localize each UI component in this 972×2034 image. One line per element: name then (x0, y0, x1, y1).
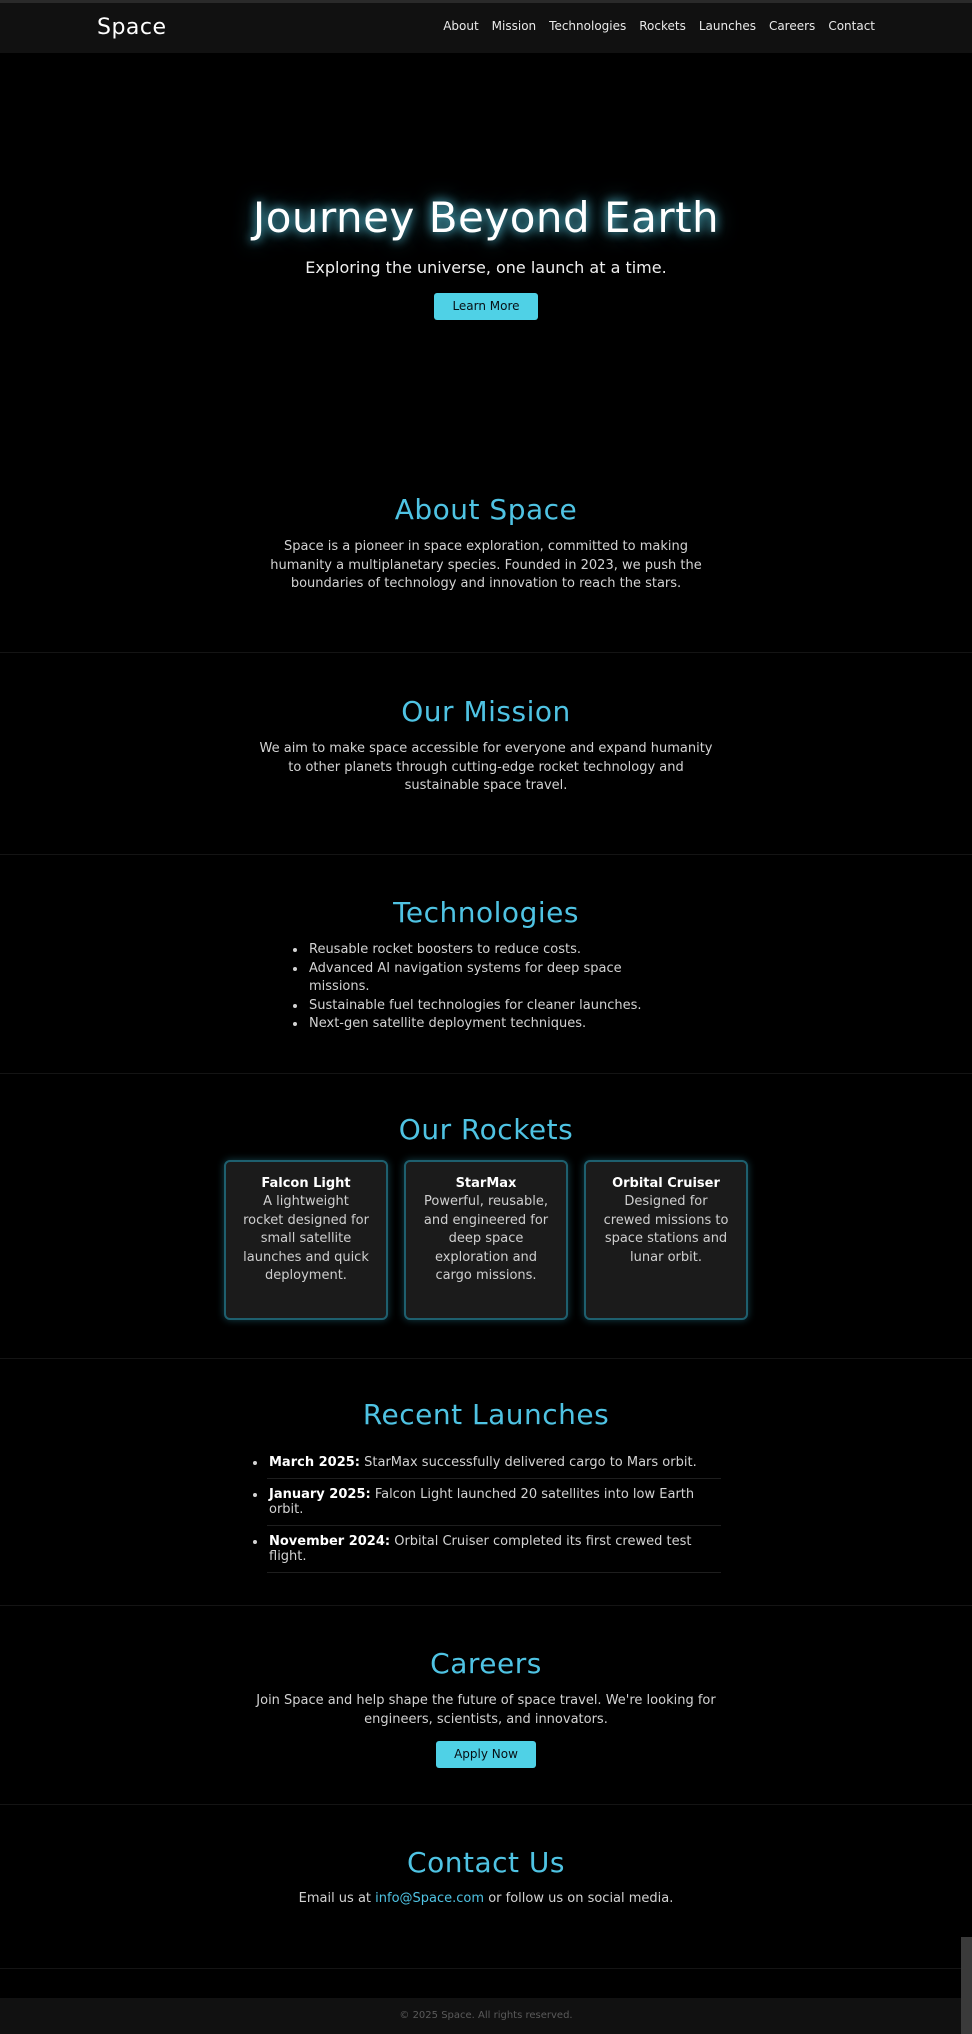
launches-section: Recent Launches March 2025: StarMax succ… (0, 1360, 972, 1606)
about-section: About Space Space is a pioneer in space … (0, 453, 972, 653)
contact-suffix: or follow us on social media. (484, 1891, 674, 1906)
scrollbar-thumb[interactable] (961, 1937, 972, 2034)
contact-section: Contact Us Email us at info@Space.com or… (0, 1806, 972, 1969)
hero-title: Journey Beyond Earth (252, 193, 720, 242)
launches-title: Recent Launches (362, 1398, 610, 1431)
apply-now-button[interactable]: Apply Now (436, 1741, 536, 1768)
technologies-title: Technologies (393, 896, 579, 929)
logo[interactable]: Space (97, 15, 167, 40)
careers-section: Careers Join Space and help shape the fu… (0, 1607, 972, 1805)
mission-section: Our Mission We aim to make space accessi… (0, 654, 972, 855)
contact-line: Email us at info@Space.com or follow us … (0, 1891, 972, 1906)
footer-text: © 2025 Space. All rights reserved. (399, 2010, 573, 2021)
rocket-cards: Falcon Light A lightweight rocket design… (0, 1160, 972, 1320)
rocket-description: A lightweight rocket designed for small … (243, 1194, 369, 1283)
rocket-card: Orbital Cruiser Designed for crewed miss… (584, 1160, 748, 1320)
nav-contact[interactable]: Contact (828, 19, 875, 33)
rocket-name: StarMax (455, 1176, 517, 1191)
rocket-name: Falcon Light (261, 1176, 351, 1191)
about-text: Space is a pioneer in space exploration,… (270, 539, 702, 591)
rockets-section: Our Rockets Falcon Light A lightweight r… (0, 1075, 972, 1359)
about-title: About Space (394, 493, 578, 526)
launch-item: November 2024: Orbital Cruiser completed… (267, 1526, 721, 1573)
nav-mission[interactable]: Mission (492, 19, 536, 33)
launch-item: March 2025: StarMax successfully deliver… (267, 1447, 721, 1479)
nav-technologies[interactable]: Technologies (549, 19, 626, 33)
rocket-card: StarMax Powerful, reusable, and engineer… (404, 1160, 568, 1320)
contact-prefix: Email us at (298, 1891, 376, 1906)
learn-more-button[interactable]: Learn More (434, 293, 538, 320)
contact-title: Contact Us (407, 1846, 565, 1879)
site-header: Space About Mission Technologies Rockets… (0, 3, 972, 53)
nav-careers[interactable]: Careers (769, 19, 815, 33)
rocket-description: Powerful, reusable, and engineered for d… (423, 1194, 549, 1283)
launches-list: March 2025: StarMax successfully deliver… (251, 1447, 721, 1573)
rockets-title: Our Rockets (398, 1113, 574, 1146)
launch-text: StarMax successfully delivered cargo to … (360, 1455, 697, 1470)
technologies-list: Reusable rocket boosters to reduce costs… (291, 941, 681, 1034)
rocket-card: Falcon Light A lightweight rocket design… (224, 1160, 388, 1320)
list-item: Reusable rocket boosters to reduce costs… (307, 941, 681, 960)
technologies-section: Technologies Reusable rocket boosters to… (0, 856, 972, 1074)
email-link[interactable]: info@Space.com (375, 1891, 484, 1906)
hero-section: Journey Beyond Earth Exploring the unive… (0, 53, 972, 453)
careers-title: Careers (430, 1647, 542, 1680)
nav-rockets[interactable]: Rockets (639, 19, 686, 33)
rocket-name: Orbital Cruiser (612, 1176, 720, 1191)
list-item: Sustainable fuel technologies for cleane… (307, 997, 681, 1016)
launch-date: March 2025: (269, 1455, 360, 1470)
rocket-description: Designed for crewed missions to space st… (603, 1194, 729, 1265)
nav-about[interactable]: About (443, 19, 478, 33)
mission-title: Our Mission (401, 695, 571, 728)
site-footer: © 2025 Space. All rights reserved. (0, 1998, 972, 2034)
list-item: Advanced AI navigation systems for deep … (307, 960, 681, 997)
list-item: Next-gen satellite deployment techniques… (307, 1015, 681, 1034)
main-nav: About Mission Technologies Rockets Launc… (443, 19, 875, 33)
launch-date: January 2025: (269, 1487, 371, 1502)
nav-launches[interactable]: Launches (699, 19, 756, 33)
mission-text: We aim to make space accessible for ever… (259, 741, 713, 793)
launch-item: January 2025: Falcon Light launched 20 s… (267, 1479, 721, 1526)
launch-date: November 2024: (269, 1534, 391, 1549)
hero-subtitle: Exploring the universe, one launch at a … (305, 258, 667, 277)
careers-text: Join Space and help shape the future of … (256, 1693, 716, 1727)
